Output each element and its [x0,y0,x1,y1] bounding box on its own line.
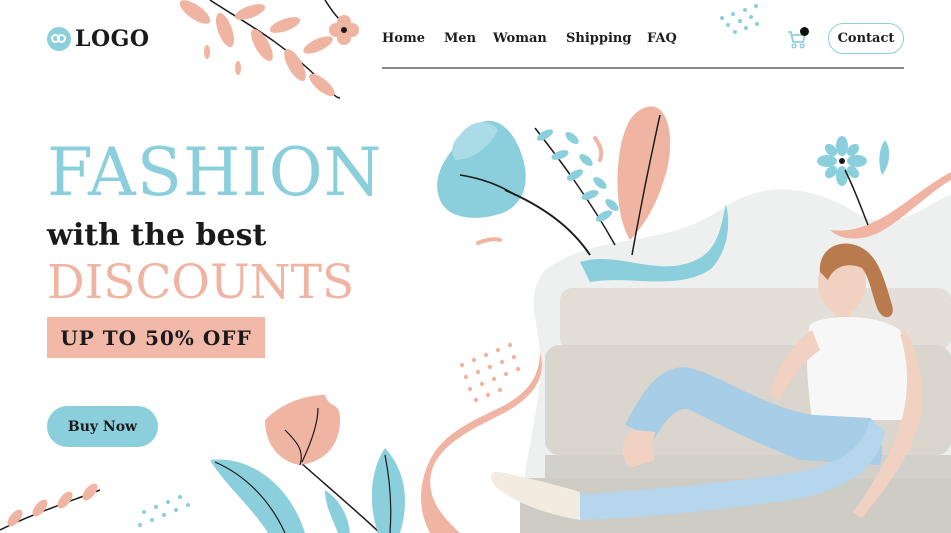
nav-item-home[interactable]: Home [382,31,425,46]
buy-now-button[interactable]: Buy Now [47,406,158,447]
nav-item-men[interactable]: Men [444,31,476,46]
nav-item-woman[interactable]: Woman [493,31,547,46]
cart-badge [800,27,809,36]
offer-badge: UP TO 50% OFF [47,317,265,358]
logo[interactable]: LOGO [47,26,150,52]
logo-icon [47,27,71,51]
nav-divider [382,67,904,69]
landing-page: LOGO Home Men Woman Shipping FAQ Contact… [0,0,951,533]
contact-button[interactable]: Contact [828,23,904,54]
nav-item-faq[interactable]: FAQ [647,31,677,46]
logo-text: LOGO [75,26,150,52]
hero-headline: FASHION [47,134,383,211]
hero-highlight: DISCOUNTS [47,255,355,310]
nav-item-shipping[interactable]: Shipping [566,31,631,46]
hero-subline: with the best [47,218,267,253]
